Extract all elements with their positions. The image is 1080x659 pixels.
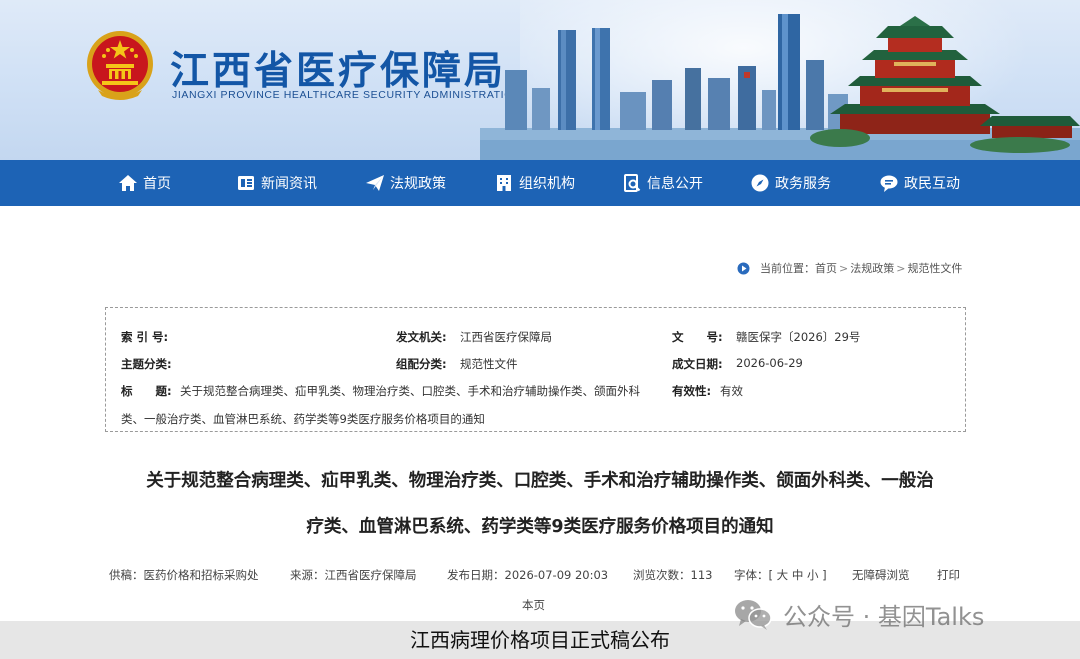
date-value: 2026-06-29 [736, 356, 803, 370]
article-title-line2: 疗类、血管淋巴系统、药学类等9类医疗服务价格项目的通知 [306, 517, 774, 537]
breadcrumb-normative-docs[interactable]: 规范性文件 [907, 260, 962, 276]
accessibility-link[interactable]: 无障碍浏览 [852, 567, 910, 583]
wechat-icon [735, 600, 772, 630]
nav-item-gov-services[interactable]: 政务服务 [750, 160, 831, 206]
nav-item-news[interactable]: 新闻资讯 [236, 160, 317, 206]
breadcrumb-separator: > [896, 261, 906, 275]
document-info-box: 索 引 号: 发文机关: 江西省医疗保障局 文 号: 赣医保字〔2026〕29号… [105, 307, 966, 432]
nav-item-label: 新闻资讯 [261, 176, 317, 192]
watermark-text: 公众号 · 基因Talks [783, 602, 985, 631]
main-nav: 首页 新闻资讯 法规政策 组织机构 信息公开 政务服务 政民互动 [0, 160, 1080, 206]
site-subtitle: JIANGXI PROVINCE HEALTHCARE SECURITY ADM… [172, 89, 522, 101]
validity-value: 有效 [720, 384, 743, 398]
article-title: 关于规范整合病理类、疝甲乳类、物理治疗类、口腔类、手术和治疗辅助操作类、颌面外科… [110, 458, 970, 550]
font-size-large-button[interactable]: 大 [777, 568, 789, 582]
wechat-watermark: 公众号 · 基因Talks [733, 596, 984, 632]
category-label: 组配分类: [396, 357, 447, 371]
meta-source: 来源：江西省医疗保障局 [290, 568, 417, 582]
category-value: 规范性文件 [460, 357, 518, 371]
breadcrumb: 当前位置： 首页 > 法规政策 > 规范性文件 [737, 259, 962, 277]
meta-author: 供稿：医药价格和招标采购处 [109, 568, 259, 582]
docno-label: 文 号: [672, 330, 723, 344]
nav-item-interaction[interactable]: 政民互动 [879, 160, 960, 206]
paper-plane-icon [366, 175, 384, 191]
nav-item-label: 政民互动 [904, 176, 960, 192]
docno-value: 赣医保字〔2026〕29号 [736, 330, 861, 344]
nav-item-label: 政务服务 [775, 176, 831, 192]
breadcrumb-prefix: 当前位置： [760, 262, 815, 275]
site-title: 江西省医疗保障局 [170, 49, 507, 94]
validity-label: 有效性: [672, 384, 712, 398]
chat-icon [880, 175, 898, 192]
issuer-value: 江西省医疗保障局 [460, 330, 552, 344]
building-icon [497, 175, 511, 191]
nav-item-label: 首页 [143, 176, 171, 192]
document-search-icon [624, 174, 641, 192]
breadcrumb-policy[interactable]: 法规政策 [850, 260, 894, 276]
issuer-label: 发文机关: [396, 330, 447, 344]
date-label: 成文日期: [672, 357, 723, 371]
font-size-suffix: ] [822, 568, 827, 582]
index-label: 索 引 号: [121, 330, 169, 344]
font-size-switcher: 字体：[ 大 中 小 ] [734, 567, 827, 583]
home-icon [119, 175, 137, 191]
nav-item-label: 组织机构 [519, 176, 575, 192]
doc-title-label: 标 题: [121, 384, 172, 398]
compass-icon [751, 174, 769, 192]
breadcrumb-separator: > [839, 261, 849, 275]
nav-item-label: 信息公开 [647, 176, 703, 192]
print-link[interactable]: 打印 [937, 567, 960, 583]
font-size-small-button[interactable]: 小 [807, 568, 819, 582]
header-banner: 江西省医疗保障局 JIANGXI PROVINCE HEALTHCARE SEC… [0, 0, 1080, 160]
doc-title-value-line2: 类、一般治疗类、血管淋巴系统、药学类等9类医疗服务价格项目的通知 [121, 412, 485, 426]
news-icon [238, 176, 254, 190]
meta-publish-date: 发布日期：2026-07-09 20:03 [447, 568, 609, 582]
nav-item-info-disclosure[interactable]: 信息公开 [622, 160, 703, 206]
font-size-prefix: 字体：[ [734, 568, 773, 582]
location-arrow-icon [737, 262, 750, 274]
topic-label: 主题分类: [121, 357, 172, 371]
national-emblem-icon [87, 31, 153, 100]
font-size-medium-button[interactable]: 中 [792, 568, 804, 582]
nav-item-policy[interactable]: 法规政策 [365, 160, 446, 206]
breadcrumb-home[interactable]: 首页 [815, 260, 837, 276]
print-link-continuation[interactable]: 本页 [522, 597, 545, 613]
nav-item-label: 法规政策 [390, 176, 446, 192]
nav-item-organization[interactable]: 组织机构 [494, 160, 575, 206]
article-title-line1: 关于规范整合病理类、疝甲乳类、物理治疗类、口腔类、手术和治疗辅助操作类、颌面外科… [146, 471, 934, 491]
nav-item-home[interactable]: 首页 [118, 160, 171, 206]
meta-views: 浏览次数：113 [633, 568, 713, 582]
city-skyline-illustration [480, 14, 1080, 160]
doc-title-value-line1: 关于规范整合病理类、疝甲乳类、物理治疗类、口腔类、手术和治疗辅助操作类、颌面外科 [180, 384, 640, 398]
